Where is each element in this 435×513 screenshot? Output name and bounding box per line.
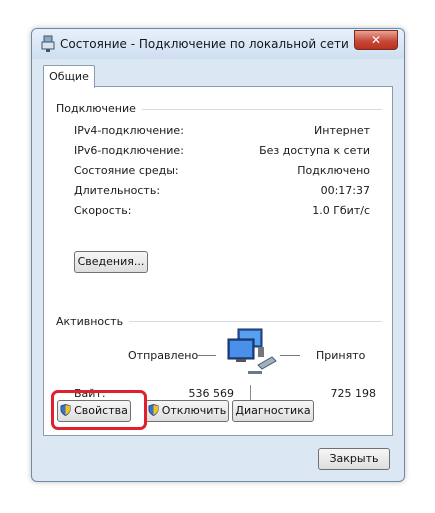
bytes-sent-value: 536 569: [188, 387, 235, 400]
network-adapter-icon: [41, 35, 55, 56]
bytes-received-value: 725 198: [330, 387, 377, 400]
ipv6-label: IPv6-подключение:: [74, 144, 184, 157]
properties-highlight-annotation: [51, 390, 147, 430]
close-icon[interactable]: ✕: [354, 30, 398, 50]
shield-icon: [148, 403, 159, 422]
disable-label: Отключить: [161, 404, 227, 417]
sent-label: Отправлено: [128, 349, 199, 362]
window-title: Состояние - Подключение по локальной сет…: [60, 37, 349, 51]
duration-value: 00:17:37: [320, 184, 370, 197]
media-state-label: Состояние среды:: [74, 164, 179, 177]
title-bar[interactable]: Состояние - Подключение по локальной сет…: [32, 29, 404, 59]
received-label: Принято: [316, 349, 366, 362]
ipv4-label: IPv4-подключение:: [74, 124, 184, 137]
network-computers-icon: [222, 327, 282, 386]
duration-label: Длительность:: [74, 184, 161, 197]
tab-panel: Подключение IPv4-подключение: Интернет I…: [43, 86, 393, 436]
connection-group-label: Подключение: [56, 102, 142, 115]
speed-value: 1.0 Гбит/с: [312, 204, 370, 217]
ipv4-value: Интернет: [314, 124, 370, 137]
ipv6-value: Без доступа к сети: [259, 144, 370, 157]
details-button[interactable]: Сведения...: [74, 251, 148, 273]
activity-group-label: Активность: [56, 315, 130, 328]
received-line: [280, 355, 300, 356]
speed-label: Скорость:: [74, 204, 132, 217]
diagnose-button[interactable]: Диагностика: [232, 400, 314, 422]
tab-general[interactable]: Общие: [43, 65, 95, 88]
close-button[interactable]: Закрыть: [318, 448, 390, 470]
media-state-value: Подключено: [297, 164, 370, 177]
disable-button[interactable]: Отключить: [145, 400, 229, 422]
sent-line: [196, 355, 216, 356]
